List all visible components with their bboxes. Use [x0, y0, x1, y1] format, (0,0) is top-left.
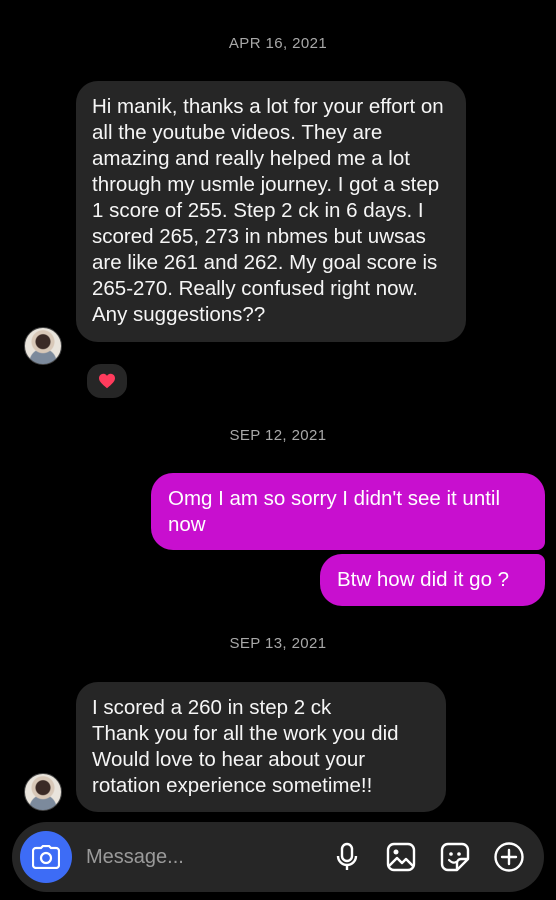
message-composer	[12, 822, 544, 892]
message-input[interactable]	[84, 844, 308, 870]
microphone-button[interactable]	[329, 839, 365, 875]
outgoing-message-bubble[interactable]: Omg I am so sorry I didn't see it until …	[151, 473, 545, 550]
incoming-message-bubble[interactable]: I scored a 260 in step 2 ck Thank you fo…	[76, 682, 446, 812]
gallery-icon	[386, 842, 416, 872]
date-separator: SEP 13, 2021	[229, 635, 327, 652]
sender-avatar[interactable]	[24, 327, 62, 365]
camera-button[interactable]	[20, 831, 72, 883]
gallery-button[interactable]	[383, 839, 419, 875]
microphone-icon	[336, 842, 358, 870]
message-text: Hi manik, thanks a lot for your effort o…	[92, 95, 444, 326]
message-text: Btw how did it go ?	[337, 568, 510, 591]
date-separator: SEP 12, 2021	[229, 427, 327, 444]
heart-icon	[99, 373, 115, 389]
more-options-button[interactable]	[491, 839, 527, 875]
message-text: Omg I am so sorry I didn't see it until …	[168, 487, 501, 536]
plus-icon	[494, 842, 524, 872]
camera-icon	[32, 845, 60, 869]
message-line: rotation experience sometime!!	[92, 774, 373, 797]
sticker-button[interactable]	[437, 839, 473, 875]
outgoing-message-bubble[interactable]: Btw how did it go ?	[320, 554, 545, 606]
incoming-message-bubble[interactable]: Hi manik, thanks a lot for your effort o…	[76, 81, 466, 342]
message-line: Would love to hear about your	[92, 748, 366, 771]
sticker-icon	[440, 842, 470, 872]
heart-reaction[interactable]	[84, 361, 130, 401]
date-separator: APR 16, 2021	[228, 35, 328, 52]
sender-avatar[interactable]	[24, 773, 62, 811]
message-line: Thank you for all the work you did	[92, 722, 399, 745]
message-line: I scored a 260 in step 2 ck	[92, 696, 332, 719]
